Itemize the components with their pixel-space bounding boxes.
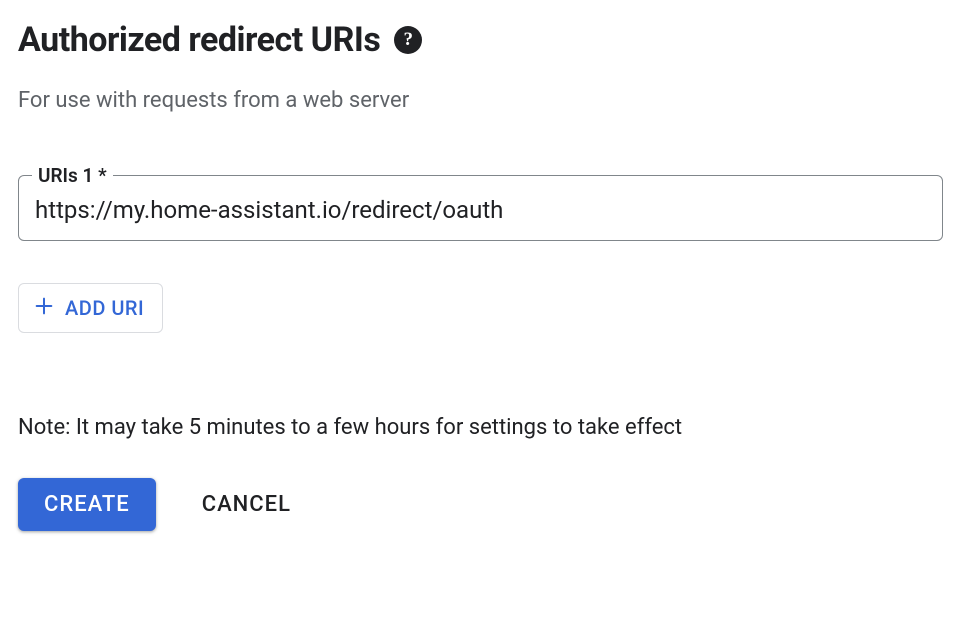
help-icon[interactable]: ? (394, 26, 422, 54)
settings-note: Note: It may take 5 minutes to a few hou… (18, 415, 957, 440)
section-header: Authorized redirect URIs ? (18, 20, 957, 60)
plus-icon (33, 295, 55, 321)
create-button[interactable]: CREATE (18, 478, 156, 531)
action-row: CREATE CANCEL (18, 478, 957, 531)
add-uri-label: ADD URI (65, 296, 144, 320)
uri-field-label: URIs 1 * (32, 164, 113, 187)
section-subtitle: For use with requests from a web server (18, 88, 957, 113)
uri-input-1[interactable] (18, 175, 943, 241)
uri-field-wrap: URIs 1 * (18, 175, 957, 241)
section-title: Authorized redirect URIs (18, 20, 380, 60)
cancel-button[interactable]: CANCEL (198, 484, 295, 525)
add-uri-button[interactable]: ADD URI (18, 283, 163, 333)
